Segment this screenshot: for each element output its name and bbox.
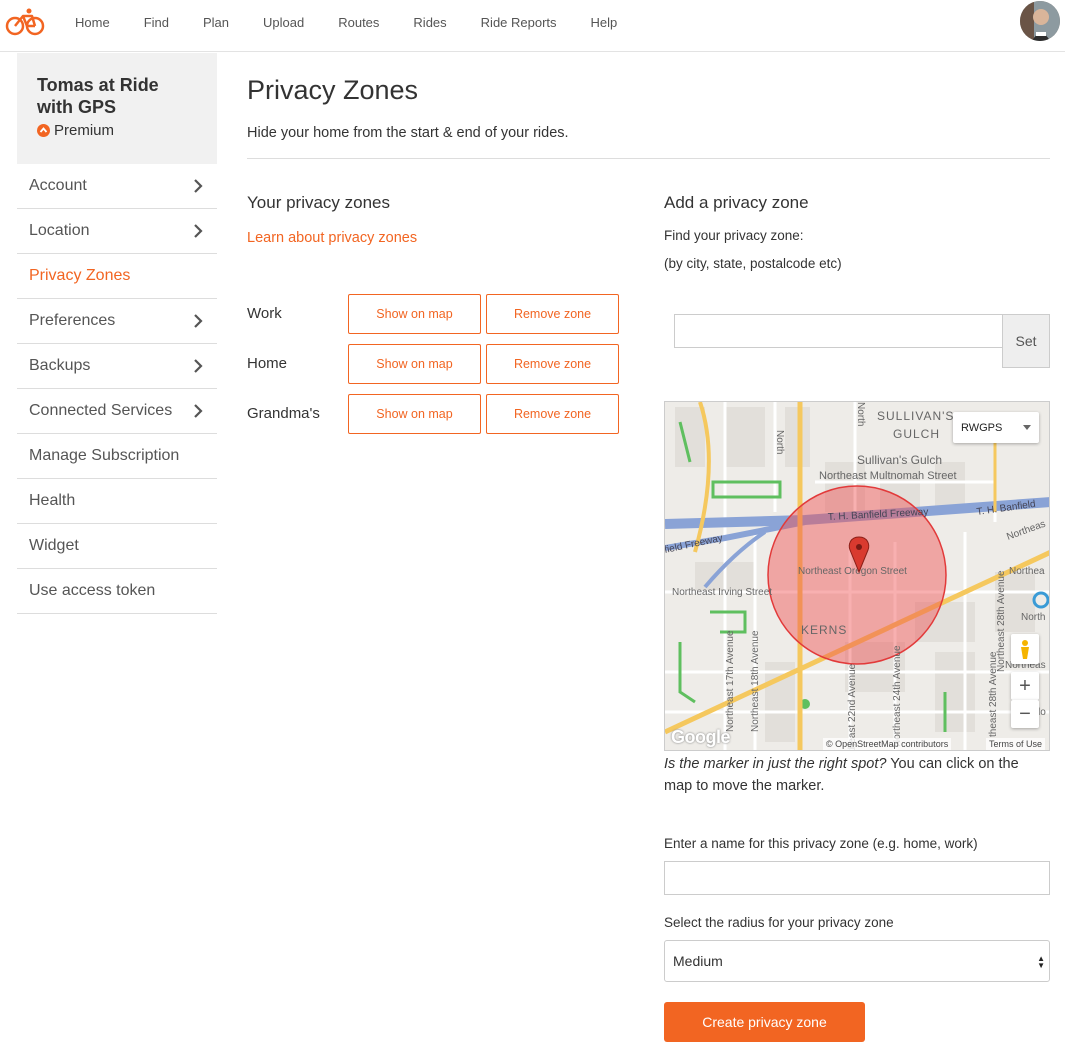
sidebar-item-label: Widget — [29, 537, 79, 554]
user-avatar[interactable] — [1020, 1, 1060, 41]
sidebar-item-use-access-token[interactable]: Use access token — [17, 569, 217, 614]
nav-plan[interactable]: Plan — [203, 15, 229, 30]
map-label-ave28b: theast 28th Avenue — [988, 651, 999, 737]
sidebar-item-widget[interactable]: Widget — [17, 524, 217, 569]
find-zone-hint: (by city, state, postalcode etc) — [664, 256, 842, 271]
sidebar-item-label: Preferences — [29, 312, 116, 329]
map-label-oregon: Northeast Oregon Street — [798, 566, 907, 577]
zone-name: Grandma's — [247, 405, 320, 422]
premium-label: Premium — [54, 122, 115, 139]
chevron-right-icon — [193, 404, 203, 418]
show-on-map-button[interactable]: Show on map — [348, 294, 481, 334]
show-on-map-button[interactable]: Show on map — [348, 344, 481, 384]
google-logo: Google — [671, 727, 731, 747]
sidebar-item-backups[interactable]: Backups — [17, 344, 217, 389]
map-terms-link[interactable]: Terms of Use — [985, 738, 1045, 750]
sidebar-item-label: Health — [29, 492, 76, 509]
map-label-northea: Northea — [1009, 566, 1045, 577]
nav-find[interactable]: Find — [144, 15, 169, 30]
sidebar-menu: Account Location Privacy Zones Preferences B… — [17, 164, 217, 614]
map-label-north-1: North — [774, 430, 785, 454]
chevron-right-icon — [193, 179, 203, 193]
sidebar-item-label: Backups — [29, 357, 91, 374]
radius-value: Medium — [673, 953, 723, 969]
map-label-north-right: North — [1021, 612, 1045, 623]
nav-help[interactable]: Help — [591, 15, 618, 30]
your-zones-heading: Your privacy zones — [247, 193, 391, 212]
remove-zone-button[interactable]: Remove zone — [486, 294, 619, 334]
sidebar-item-label: Manage Subscription — [29, 447, 180, 464]
zone-name: Home — [247, 355, 288, 372]
map-tiles[interactable]: SULLIVAN'S GULCH Sullivan's Gulch Northe… — [665, 402, 1050, 751]
nav-upload[interactable]: Upload — [263, 15, 304, 30]
radius-label: Select the radius for your privacy zone — [664, 915, 894, 930]
select-updown-icon: ▲ ▼ — [1037, 954, 1045, 970]
sidebar-item-label: Location — [29, 222, 90, 239]
remove-zone-button[interactable]: Remove zone — [486, 344, 619, 384]
premium-badge: Premium — [37, 122, 197, 139]
map-label-sullivans-gulch: Sullivan's Gulch — [857, 453, 942, 467]
find-zone-label: Find your privacy zone: — [664, 228, 804, 243]
nav-rides[interactable]: Rides — [413, 15, 446, 30]
map-label-lo: lo — [1038, 707, 1046, 718]
map-attribution: © OpenStreetMap contributors — [823, 738, 952, 750]
map-label-multnomah: Northeast Multnomah Street — [819, 470, 957, 482]
divider — [247, 158, 1050, 159]
map-label-ave17: Northeast 17th Avenue — [725, 630, 736, 732]
chevron-right-icon — [193, 224, 203, 238]
settings-sidebar: Tomas at Ride with GPS Premium Account Lo… — [17, 53, 217, 614]
marker-hint-question: Is the marker in just the right spot? — [664, 756, 887, 772]
sidebar-item-label: Connected Services — [29, 402, 173, 419]
map-label-irving: Northeast Irving Street — [672, 587, 772, 598]
map-label-sullivans-upper: SULLIVAN'S — [877, 409, 954, 423]
map-layer-select[interactable]: RWGPS — [953, 412, 1039, 443]
main-nav: Home Find Plan Upload Routes Rides Ride … — [75, 0, 651, 44]
privacy-zone-map[interactable]: SULLIVAN'S GULCH Sullivan's Gulch Northe… — [664, 401, 1050, 751]
map-layer-dropdown-icon — [1023, 425, 1031, 430]
sidebar-item-manage-subscription[interactable]: Manage Subscription — [17, 434, 217, 479]
find-zone-input[interactable] — [674, 314, 1003, 348]
premium-up-arrow-icon — [37, 124, 50, 137]
sidebar-item-location[interactable]: Location — [17, 209, 217, 254]
top-navigation-bar: Home Find Plan Upload Routes Rides Ride … — [0, 0, 1065, 52]
account-summary: Tomas at Ride with GPS Premium — [17, 53, 217, 164]
account-name: Tomas at Ride with GPS — [37, 75, 159, 117]
sidebar-item-label: Use access token — [29, 582, 156, 599]
nav-routes[interactable]: Routes — [338, 15, 379, 30]
remove-zone-button[interactable]: Remove zone — [486, 394, 619, 434]
create-privacy-zone-button[interactable]: Create privacy zone — [664, 1002, 865, 1042]
chevron-right-icon — [193, 314, 203, 328]
map-label-ave18: Northeast 18th Avenue — [750, 630, 761, 732]
sidebar-item-preferences[interactable]: Preferences — [17, 299, 217, 344]
learn-privacy-zones-link[interactable]: Learn about privacy zones — [247, 230, 417, 246]
zone-name-input[interactable] — [664, 861, 1050, 895]
sidebar-item-connected-services[interactable]: Connected Services — [17, 389, 217, 434]
map-label-ave24: Northeast 24th Avenue — [892, 645, 903, 747]
page-title: Privacy Zones — [247, 75, 419, 105]
zoom-out-icon[interactable]: − — [1011, 700, 1039, 728]
marker-hint: Is the marker in just the right spot? Yo… — [664, 753, 1050, 797]
rwgps-logo-icon[interactable] — [5, 7, 45, 37]
radius-select[interactable]: Medium ▲ ▼ — [664, 940, 1050, 982]
sidebar-item-account[interactable]: Account — [17, 164, 217, 209]
sidebar-item-health[interactable]: Health — [17, 479, 217, 524]
set-location-button[interactable]: Set — [1002, 314, 1050, 368]
map-label-north-2: North — [855, 402, 866, 426]
chevron-right-icon — [193, 359, 203, 373]
sidebar-item-label: Privacy Zones — [29, 267, 131, 284]
map-label-gulch-upper: GULCH — [893, 427, 940, 441]
nav-ride-reports[interactable]: Ride Reports — [481, 15, 557, 30]
zone-name-label: Enter a name for this privacy zone (e.g.… — [664, 836, 978, 851]
street-view-pegman-icon[interactable] — [1011, 634, 1039, 664]
show-on-map-button[interactable]: Show on map — [348, 394, 481, 434]
map-layer-value: RWGPS — [961, 421, 1003, 434]
map-label-kerns: KERNS — [801, 623, 847, 637]
nav-home[interactable]: Home — [75, 15, 110, 30]
add-zone-heading: Add a privacy zone — [664, 193, 809, 212]
zone-name: Work — [247, 305, 282, 322]
sidebar-item-privacy-zones[interactable]: Privacy Zones — [17, 254, 217, 299]
page-subtitle: Hide your home from the start & end of y… — [247, 125, 569, 141]
zoom-in-icon[interactable]: + — [1011, 672, 1039, 700]
sidebar-item-label: Account — [29, 177, 87, 194]
